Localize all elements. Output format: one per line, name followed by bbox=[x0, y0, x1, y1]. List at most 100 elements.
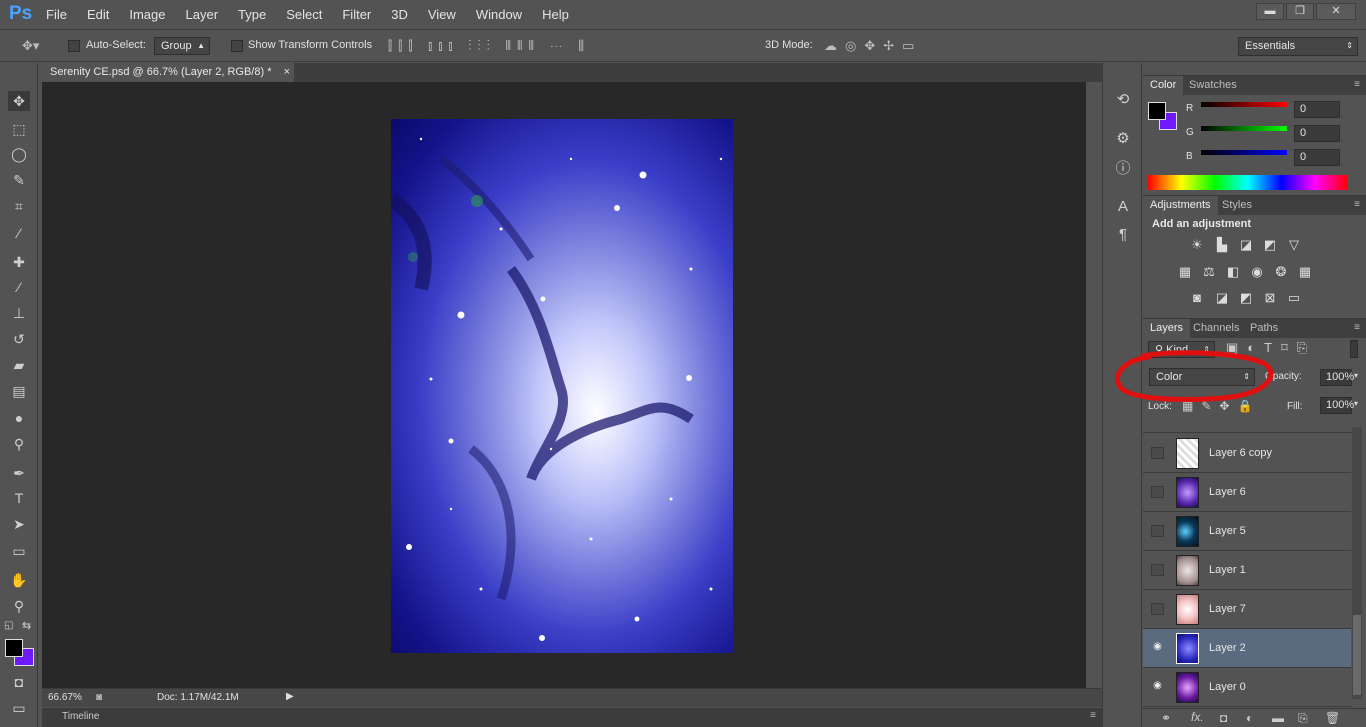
visibility-eye-icon[interactable]: ◉ bbox=[1151, 642, 1164, 654]
mask-icon[interactable]: ◘ bbox=[1220, 711, 1227, 725]
filter-toggle[interactable] bbox=[1350, 340, 1358, 358]
menu-window[interactable]: Window bbox=[476, 7, 522, 22]
layer-thumbnail[interactable] bbox=[1176, 594, 1199, 625]
pen-tool-icon[interactable]: ✒ bbox=[8, 463, 30, 483]
layer-thumbnail[interactable] bbox=[1176, 672, 1199, 703]
status-menu-arrow-icon[interactable]: ▶ bbox=[286, 691, 294, 702]
layer-row[interactable]: Layer 6 bbox=[1143, 473, 1351, 512]
show-transform-checkbox[interactable] bbox=[231, 40, 243, 52]
document-tab[interactable]: Serenity CE.psd @ 66.7% (Layer 2, RGB/8)… bbox=[42, 63, 294, 82]
visibility-eye-icon[interactable] bbox=[1151, 486, 1164, 498]
tab-adjustments[interactable]: Adjustments bbox=[1143, 196, 1218, 215]
type-tool-icon[interactable]: T bbox=[8, 488, 30, 508]
layer-thumbnail[interactable] bbox=[1176, 438, 1199, 469]
layer-row[interactable]: ◉ Layer 2 bbox=[1143, 629, 1351, 668]
stamp-tool-icon[interactable]: ⊥ bbox=[8, 303, 30, 323]
status-info-icon[interactable]: ◙ bbox=[96, 692, 102, 703]
visibility-eye-icon[interactable] bbox=[1151, 564, 1164, 576]
zoom-tool-icon[interactable]: ⚲ bbox=[8, 596, 30, 616]
curves-icon[interactable]: ◪ bbox=[1237, 237, 1255, 253]
layer-row[interactable]: ◉ Layer 0 bbox=[1143, 668, 1351, 707]
character-panel-icon[interactable]: A bbox=[1114, 198, 1132, 216]
r-value[interactable]: 0 bbox=[1294, 101, 1340, 118]
invert-icon[interactable]: ◙ bbox=[1188, 290, 1206, 306]
layer-name[interactable]: Layer 6 bbox=[1209, 486, 1246, 498]
move-tool-preset-icon[interactable]: ✥▾ bbox=[22, 38, 39, 54]
menu-type[interactable]: Type bbox=[238, 7, 266, 22]
layer-thumbnail[interactable] bbox=[1176, 477, 1199, 508]
lasso-tool-icon[interactable]: ◯ bbox=[8, 144, 30, 164]
panel-menu-icon[interactable]: ≡ bbox=[1354, 199, 1360, 210]
blur-tool-icon[interactable]: ● bbox=[8, 408, 30, 428]
3d-mode-icons[interactable]: ☁◎✥✢▭ bbox=[824, 38, 922, 54]
info-panel-icon[interactable]: ⓘ bbox=[1114, 157, 1132, 177]
dodge-tool-icon[interactable]: ⚲ bbox=[8, 434, 30, 454]
align-icons[interactable]: ⫿⫿⫿ ⫾⫾⫾ ⋮⋮⋮ ⫴⫴⫴ ⋯ ⫼ bbox=[388, 38, 590, 54]
properties-panel-icon[interactable]: ⚙ bbox=[1114, 129, 1132, 147]
visibility-eye-icon[interactable]: ◉ bbox=[1151, 681, 1164, 693]
workspace-dropdown[interactable]: Essentials ⇕ bbox=[1238, 37, 1358, 56]
r-slider[interactable] bbox=[1201, 102, 1287, 107]
tab-channels[interactable]: Channels bbox=[1186, 319, 1246, 338]
visibility-eye-icon[interactable] bbox=[1151, 603, 1164, 615]
adjustment-layer-icon[interactable]: ◐ bbox=[1246, 711, 1253, 725]
layer-name[interactable]: Layer 1 bbox=[1209, 564, 1246, 576]
path-select-tool-icon[interactable]: ➤ bbox=[8, 514, 30, 534]
eraser-tool-icon[interactable]: ▰ bbox=[8, 355, 30, 375]
zoom-level[interactable]: 66.67% bbox=[48, 692, 82, 703]
gradient-tool-icon[interactable]: ▤ bbox=[8, 381, 30, 401]
opacity-value[interactable]: 100% bbox=[1320, 369, 1354, 386]
color-lookup-icon[interactable]: ▦ bbox=[1296, 264, 1314, 280]
canvas-area[interactable] bbox=[42, 82, 1086, 688]
layer-name[interactable]: Layer 2 bbox=[1209, 642, 1246, 654]
visibility-eye-icon[interactable] bbox=[1151, 525, 1164, 537]
menu-image[interactable]: Image bbox=[129, 7, 165, 22]
tab-layers[interactable]: Layers bbox=[1143, 319, 1191, 338]
layer-thumbnail[interactable] bbox=[1176, 555, 1199, 586]
scrollbar-thumb[interactable] bbox=[1353, 615, 1361, 695]
gradient-map-icon[interactable]: ▭ bbox=[1285, 290, 1303, 306]
b-value[interactable]: 0 bbox=[1294, 149, 1340, 166]
tab-swatches[interactable]: Swatches bbox=[1182, 76, 1244, 95]
hand-tool-icon[interactable]: ✋ bbox=[8, 570, 30, 590]
panel-menu-icon[interactable]: ≡ bbox=[1354, 79, 1360, 90]
g-value[interactable]: 0 bbox=[1294, 125, 1340, 142]
posterize-icon[interactable]: ◪ bbox=[1213, 290, 1231, 306]
vibrance-icon[interactable]: ▽ bbox=[1285, 237, 1303, 253]
layers-scrollbar[interactable] bbox=[1352, 427, 1362, 699]
menu-file[interactable]: File bbox=[46, 7, 67, 22]
layer-thumbnail[interactable] bbox=[1176, 633, 1199, 664]
eyedropper-tool-icon[interactable]: ⁄ bbox=[8, 223, 30, 243]
shape-tool-icon[interactable]: ▭ bbox=[8, 541, 30, 561]
tab-styles[interactable]: Styles bbox=[1215, 196, 1259, 215]
move-tool-icon[interactable]: ✥ bbox=[8, 91, 30, 111]
tab-paths[interactable]: Paths bbox=[1243, 319, 1285, 338]
brush-tool-icon[interactable]: ⁄ bbox=[8, 277, 30, 297]
layer-row[interactable]: Layer 7 bbox=[1143, 590, 1351, 629]
close-button[interactable]: ✕ bbox=[1316, 3, 1356, 20]
color-fg-swatch[interactable] bbox=[1148, 102, 1166, 120]
hue-saturation-icon[interactable]: ▦ bbox=[1176, 264, 1194, 280]
color-ramp[interactable] bbox=[1148, 175, 1348, 190]
screen-mode-icon[interactable]: ▭ bbox=[8, 698, 30, 718]
marquee-tool-icon[interactable]: ⬚ bbox=[8, 119, 30, 139]
layer-name[interactable]: Layer 5 bbox=[1209, 525, 1246, 537]
opacity-arrow-icon[interactable]: ▾ bbox=[1354, 371, 1358, 380]
layer-row[interactable]: Layer 6 copy bbox=[1143, 434, 1351, 473]
layer-name[interactable]: Layer 6 copy bbox=[1209, 447, 1272, 459]
crop-tool-icon[interactable]: ⌗ bbox=[8, 196, 30, 216]
g-slider[interactable] bbox=[1201, 126, 1287, 131]
trash-icon[interactable]: 🗑 bbox=[1325, 711, 1340, 725]
photo-filter-icon[interactable]: ◉ bbox=[1248, 264, 1266, 280]
panel-menu-icon[interactable]: ≡ bbox=[1090, 710, 1096, 721]
layer-name[interactable]: Layer 7 bbox=[1209, 603, 1246, 615]
link-icon[interactable]: ⚭ bbox=[1161, 711, 1171, 725]
default-colors-icon[interactable]: ◱ bbox=[4, 620, 13, 631]
group-folder-icon[interactable]: ▬ bbox=[1272, 711, 1284, 725]
menu-3d[interactable]: 3D bbox=[391, 7, 408, 22]
channel-mixer-icon[interactable]: ❂ bbox=[1272, 264, 1290, 280]
layer-name[interactable]: Layer 0 bbox=[1209, 681, 1246, 693]
levels-icon[interactable]: ▙ bbox=[1213, 237, 1231, 253]
minimize-button[interactable]: ▬ bbox=[1256, 3, 1284, 20]
fill-arrow-icon[interactable]: ▾ bbox=[1354, 399, 1358, 408]
